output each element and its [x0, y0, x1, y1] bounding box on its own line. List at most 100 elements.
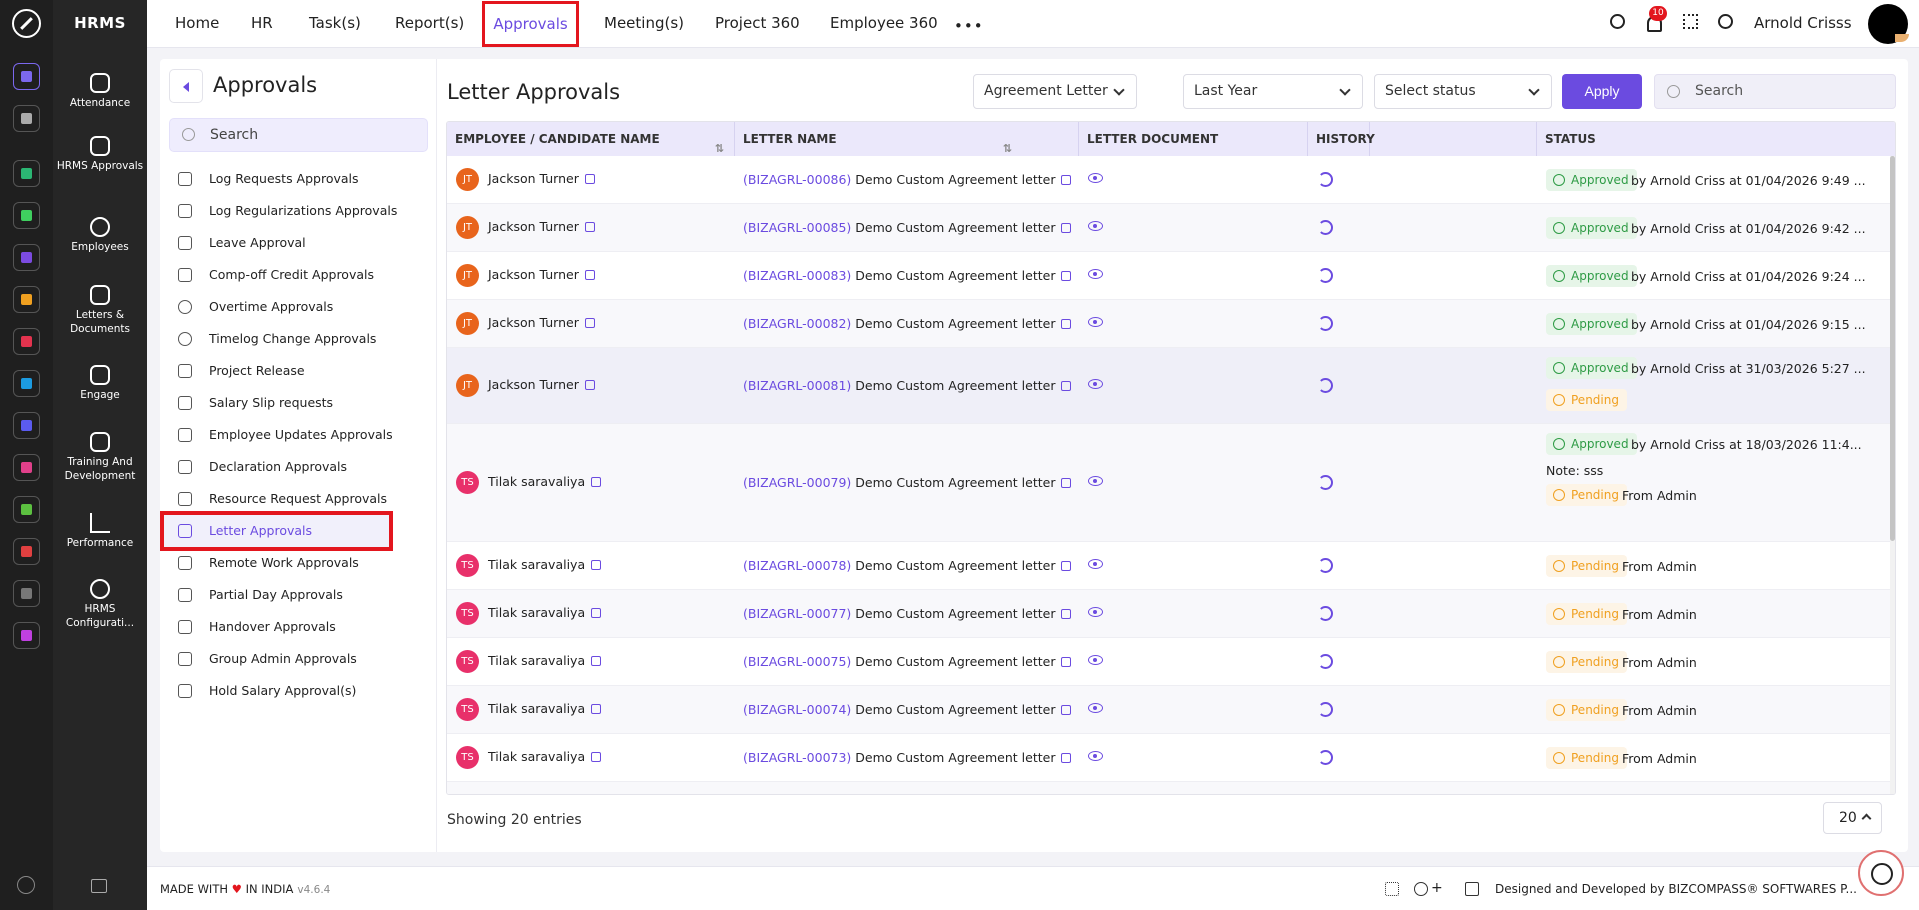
letter-code[interactable]: (BIZAGRL-00085) — [743, 220, 851, 235]
sidebar-item-group-admin[interactable]: Group Admin Approvals — [164, 643, 430, 675]
table-row[interactable]: JT Jackson Turner (BIZAGRL-00085) Demo Cus… — [447, 204, 1895, 252]
sidebar-item-partial-day[interactable]: Partial Day Approvals — [164, 579, 430, 611]
settings-module-icon[interactable] — [13, 622, 40, 649]
tab-project-360[interactable]: Project 360 — [715, 0, 800, 48]
eye-icon[interactable] — [1088, 317, 1103, 327]
status-select[interactable]: Select status — [1374, 74, 1552, 109]
plus-icon[interactable]: + — [1431, 881, 1445, 895]
employee-name[interactable]: Jackson Turner — [488, 219, 595, 234]
letter-type-select[interactable]: Agreement Letter — [973, 74, 1137, 109]
external-link-icon[interactable] — [591, 752, 602, 762]
employee-name[interactable]: Tilak saravaliya — [488, 605, 602, 620]
nav-engage[interactable]: Engage — [53, 365, 147, 402]
external-link-icon[interactable] — [1061, 705, 1072, 715]
letter-code[interactable]: (BIZAGRL-00086) — [743, 172, 851, 187]
external-link-icon[interactable] — [584, 174, 595, 184]
scroll-thumb[interactable] — [1890, 156, 1895, 541]
tab-reports[interactable]: Report(s) — [395, 0, 464, 48]
letter-code[interactable]: (BIZAGRL-00078) — [743, 558, 851, 573]
eye-icon[interactable] — [1088, 269, 1103, 279]
nav-letters-documents[interactable]: Letters & Documents — [53, 285, 147, 336]
letter-code[interactable]: (BIZAGRL-00082) — [743, 316, 851, 331]
sidebar-item-remote-work[interactable]: Remote Work Approvals — [164, 547, 430, 579]
sidebar-item-hold-salary[interactable]: Hold Salary Approval(s) — [164, 675, 430, 707]
eye-icon[interactable] — [1088, 607, 1103, 617]
sidebar-item-resource-request[interactable]: Resource Request Approvals — [164, 483, 430, 515]
table-row[interactable]: TS Tilak saravaliya (BIZAGRL-00078) Demo C… — [447, 542, 1895, 590]
nav-performance[interactable]: Performance — [53, 513, 147, 550]
history-icon[interactable] — [1318, 750, 1333, 765]
external-link-icon[interactable] — [584, 380, 595, 390]
apply-button[interactable]: Apply — [1562, 74, 1642, 109]
external-link-icon[interactable] — [591, 608, 602, 618]
external-link-icon[interactable] — [584, 270, 595, 280]
table-row[interactable]: JT Jackson Turner (BIZAGRL-00083) Demo Cus… — [447, 252, 1895, 300]
table-row[interactable]: TS Tilak saravaliya (BIZAGRL-00077) Demo C… — [447, 590, 1895, 638]
employee-name[interactable]: Jackson Turner — [488, 171, 595, 186]
letter-code[interactable]: (BIZAGRL-00075) — [743, 654, 851, 669]
external-link-icon[interactable] — [1061, 319, 1072, 329]
house-module-icon[interactable] — [13, 580, 40, 607]
history-icon[interactable] — [1318, 172, 1333, 187]
search-icon[interactable] — [17, 876, 35, 894]
employee-name[interactable]: Tilak saravaliya — [488, 701, 602, 716]
eye-icon[interactable] — [1088, 703, 1103, 713]
table-row[interactable]: TDTest Demo Other(BIZAGRL-00072) Demo Cu… — [447, 782, 1895, 794]
nav-hrms-configuration[interactable]: HRMS Configurati... — [53, 579, 147, 630]
letter-code[interactable]: (BIZAGRL-00079) — [743, 475, 851, 490]
eye-icon[interactable] — [1088, 476, 1103, 486]
table-row[interactable]: TS Tilak saravaliya (BIZAGRL-00079) Demo C… — [447, 424, 1895, 542]
external-link-icon[interactable] — [1061, 271, 1072, 281]
nav-attendance[interactable]: Attendance — [53, 73, 147, 110]
eye-icon[interactable] — [1088, 379, 1103, 389]
eye-icon[interactable] — [1088, 559, 1103, 569]
search-icon[interactable] — [1610, 14, 1625, 29]
employee-name[interactable]: Tilak saravaliya — [488, 749, 602, 764]
sidebar-item-comp-off[interactable]: Comp-off Credit Approvals — [164, 259, 430, 291]
employee-name[interactable]: Jackson Turner — [488, 377, 595, 392]
history-icon[interactable] — [1318, 220, 1333, 235]
nav-hrms-approvals[interactable]: HRMS Approvals — [53, 136, 147, 173]
sidebar-item-timelog-change[interactable]: Timelog Change Approvals — [164, 323, 430, 355]
external-link-icon[interactable] — [1061, 175, 1072, 185]
sidebar-item-letter-approvals[interactable]: Letter Approvals — [160, 511, 393, 551]
table-row[interactable]: JT Jackson Turner (BIZAGRL-00081) Demo Cus… — [447, 348, 1895, 424]
nav-employees[interactable]: Employees — [53, 217, 147, 254]
external-link-icon[interactable] — [1061, 609, 1072, 619]
table-row[interactable]: TS Tilak saravaliya (BIZAGRL-00073) Demo C… — [447, 734, 1895, 782]
history-icon[interactable] — [1318, 654, 1333, 669]
briefcase-module-icon[interactable] — [13, 244, 40, 271]
page-size-select[interactable]: 20 — [1823, 802, 1882, 834]
eye-icon[interactable] — [1088, 173, 1103, 183]
letter-code[interactable]: (BIZAGRL-00073) — [743, 750, 851, 765]
external-link-icon[interactable] — [591, 477, 602, 487]
gear-icon[interactable] — [1718, 14, 1733, 29]
column-employee[interactable]: EMPLOYEE / CANDIDATE NAME ⇅ — [447, 122, 735, 156]
eye-icon[interactable] — [1088, 751, 1103, 761]
history-icon[interactable] — [1318, 702, 1333, 717]
history-icon[interactable] — [1318, 606, 1333, 621]
external-link-icon[interactable] — [584, 222, 595, 232]
tab-approvals[interactable]: Approvals — [482, 1, 579, 47]
tab-meetings[interactable]: Meeting(s) — [604, 0, 684, 48]
table-row[interactable]: TS Tilak saravaliya (BIZAGRL-00074) Demo C… — [447, 686, 1895, 734]
people-module-icon[interactable] — [13, 160, 40, 187]
sidebar-item-salary-slip[interactable]: Salary Slip requests — [164, 387, 430, 419]
sidebar-item-leave[interactable]: Leave Approval — [164, 227, 430, 259]
collapse-sidebar-icon[interactable] — [91, 879, 107, 893]
eye-icon[interactable] — [1088, 655, 1103, 665]
external-link-icon[interactable] — [1061, 223, 1072, 233]
external-link-icon[interactable] — [584, 318, 595, 328]
sidebar-item-declaration[interactable]: Declaration Approvals — [164, 451, 430, 483]
back-button[interactable] — [169, 69, 203, 103]
employee-name[interactable]: Jackson Turner — [488, 267, 595, 282]
tab-employee-360[interactable]: Employee 360 — [830, 0, 938, 48]
search-input[interactable]: Search — [1654, 74, 1896, 109]
external-link-icon[interactable] — [591, 560, 602, 570]
external-link-icon[interactable] — [1061, 478, 1072, 488]
sidebar-item-handover[interactable]: Handover Approvals — [164, 611, 430, 643]
history-icon[interactable] — [1318, 475, 1333, 490]
monitor-module-icon[interactable] — [13, 454, 40, 481]
home-module-icon[interactable] — [13, 63, 40, 90]
external-link-icon[interactable] — [1061, 753, 1072, 763]
